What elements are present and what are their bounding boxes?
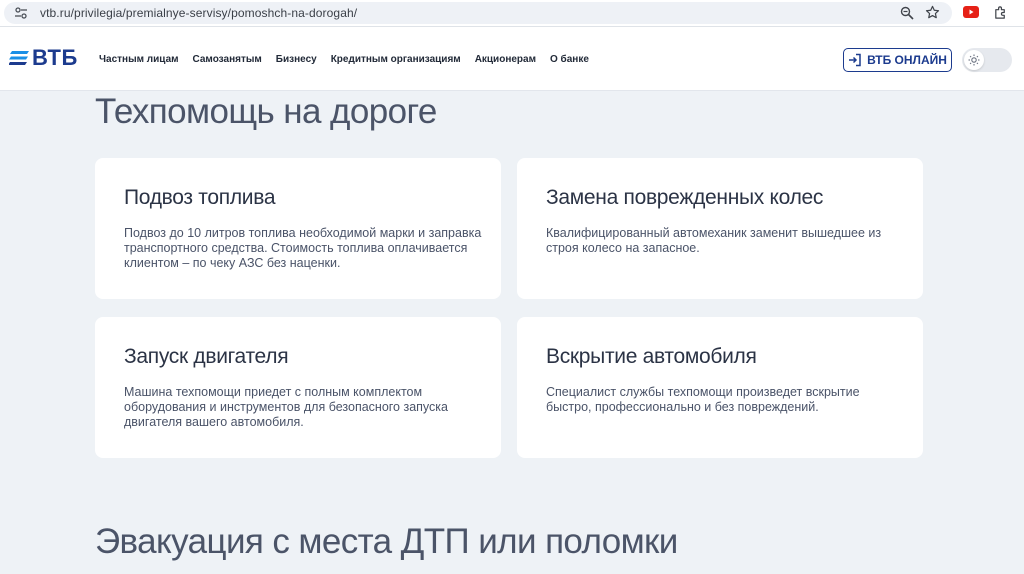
- vtb-logo-icon: [9, 51, 29, 65]
- vtb-logo[interactable]: ВТБ: [9, 45, 78, 71]
- star-icon[interactable]: [925, 5, 940, 20]
- card-title: Вскрытие автомобиля: [546, 345, 757, 368]
- card-description: Подвоз до 10 литров топлива необходимой …: [124, 226, 482, 270]
- nav-item-about-bank[interactable]: О банке: [550, 54, 589, 65]
- address-bar[interactable]: vtb.ru/privilegia/premialnye-servisy/pom…: [4, 2, 952, 24]
- toggle-knob: [964, 50, 984, 70]
- login-icon: [849, 53, 861, 67]
- service-card-engine-start: Запуск двигателя Машина техпомощи приеде…: [95, 317, 501, 458]
- site-info-icon[interactable]: [14, 6, 28, 20]
- nav-item-business[interactable]: Бизнесу: [276, 54, 317, 65]
- service-card-car-unlock: Вскрытие автомобиля Специалист службы те…: [517, 317, 923, 458]
- nav-item-credit-organizations[interactable]: Кредитным организациям: [331, 54, 461, 65]
- vtb-online-label: ВТБ ОНЛАЙН: [867, 53, 947, 67]
- site-header: ВТБ Частным лицам Самозанятым Бизнесу Кр…: [0, 27, 1024, 91]
- card-description: Машина техпомощи приедет с полным компле…: [124, 385, 448, 429]
- youtube-icon[interactable]: [963, 6, 979, 18]
- logo-text: ВТБ: [32, 45, 78, 70]
- card-description: Специалист службы техпомощи произведет в…: [546, 385, 860, 414]
- extensions-icon[interactable]: [993, 5, 1008, 20]
- nav-item-shareholders[interactable]: Акционерам: [475, 54, 536, 65]
- section-title-roadside-assistance: Техпомощь на дороге: [95, 92, 437, 131]
- card-description: Квалифицированный автомеханик заменит вы…: [546, 226, 882, 255]
- service-card-wheel-replacement: Замена поврежденных колес Квалифицирован…: [517, 158, 923, 299]
- vtb-online-button[interactable]: ВТБ ОНЛАЙН: [843, 48, 952, 72]
- browser-toolbar: vtb.ru/privilegia/premialnye-servisy/pom…: [0, 0, 1024, 27]
- card-title: Замена поврежденных колес: [546, 186, 824, 209]
- main-nav: Частным лицам Самозанятым Бизнесу Кредит…: [99, 54, 603, 65]
- nav-item-self-employed[interactable]: Самозанятым: [193, 54, 262, 65]
- nav-item-individuals[interactable]: Частным лицам: [99, 54, 179, 65]
- zoom-icon[interactable]: [900, 6, 914, 20]
- theme-toggle[interactable]: [962, 48, 1012, 72]
- section-title-evacuation: Эвакуация с места ДТП или поломки: [95, 522, 678, 561]
- sun-icon: [968, 54, 980, 66]
- card-title: Запуск двигателя: [124, 345, 289, 368]
- service-card-fuel-delivery: Подвоз топлива Подвоз до 10 литров топли…: [95, 158, 501, 299]
- card-title: Подвоз топлива: [124, 186, 276, 209]
- url-text[interactable]: vtb.ru/privilegia/premialnye-servisy/pom…: [40, 6, 357, 20]
